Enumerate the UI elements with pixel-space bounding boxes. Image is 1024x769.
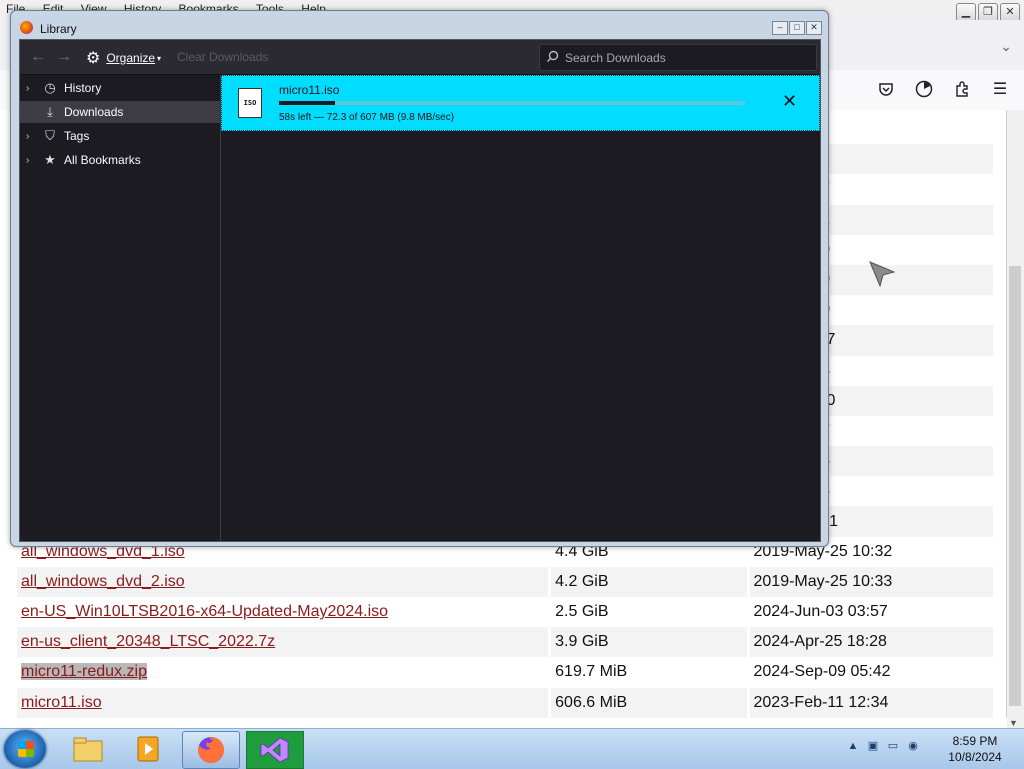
dropdown-arrow-icon: ▾ [157, 53, 162, 63]
organize-label: Organize [106, 51, 156, 65]
table-row: micro11-redux.zip 619.7 MiB 2024-Sep-09 05… [17, 657, 993, 688]
search-icon [546, 50, 559, 66]
search-box[interactable] [539, 44, 817, 71]
library-title: Library [40, 22, 77, 36]
firefox-view-icon[interactable] [914, 79, 934, 99]
extensions-icon[interactable] [952, 79, 972, 99]
visual-studio-icon [260, 737, 289, 763]
downloads-list: ISO micro11.iso 58s left — 72.3 of 607 M… [221, 75, 895, 541]
file-link[interactable]: en-US_Win10LTSB2016-x64-Updated-May2024.… [21, 603, 388, 620]
scroll-down-arrow-icon[interactable]: ▼ [1009, 718, 1018, 728]
firefox-icon [198, 737, 224, 763]
library-minimize-button[interactable]: – [772, 21, 788, 35]
sidebar-item-label: History [64, 81, 102, 95]
download-progress-fill [279, 101, 335, 105]
file-date-cell: 2024-Apr-25 18:28 [749, 627, 993, 658]
gear-icon: ⚙ [86, 50, 101, 67]
folder-icon [73, 737, 103, 762]
file-link[interactable]: all_windows_dvd_2.iso [21, 573, 185, 590]
library-window-controls: – □ ✕ [772, 21, 822, 35]
expand-chevron-icon[interactable]: › [26, 83, 38, 94]
file-name-cell: en-US_Win10LTSB2016-x64-Updated-May2024.… [17, 597, 549, 628]
library-sidebar: › ◷ History ⤓ Downloads › ⛉ Tags › ★ All… [20, 75, 221, 541]
cancel-download-icon[interactable]: ✕ [782, 91, 797, 112]
organize-button[interactable]: ⚙ Organize ▾ [86, 48, 161, 68]
forward-arrow-icon[interactable]: → [56, 48, 72, 66]
media-player-taskbar-button[interactable] [120, 731, 176, 767]
file-name-cell: all_windows_dvd_2.iso [17, 566, 549, 597]
media-player-icon [137, 736, 159, 762]
tag-icon: ⛉ [45, 128, 55, 143]
firefox-icon [20, 21, 33, 34]
nav-toolbar-icons: ☰ [876, 79, 1010, 99]
file-date-cell: 2023-Feb-11 12:34 [749, 687, 993, 718]
sidebar-item-tags[interactable]: › ⛉ Tags [20, 125, 220, 147]
star-icon: ★ [44, 152, 56, 167]
app-menu-icon[interactable]: ☰ [990, 79, 1010, 99]
search-downloads-input[interactable] [563, 49, 807, 66]
expand-chevron-icon[interactable]: › [26, 155, 38, 166]
file-size-cell: 606.6 MiB [551, 687, 747, 718]
table-row: all_windows_dvd_2.iso 4.2 GiB 2019-May-25 … [17, 566, 993, 597]
download-item[interactable]: ISO micro11.iso 58s left — 72.3 of 607 M… [221, 75, 820, 131]
system-tray: ▲ ▣ ▭ ◉ [846, 739, 920, 753]
table-row: en-US_Win10LTSB2016-x64-Updated-May2024.… [17, 597, 993, 628]
file-link[interactable]: micro11-redux.zip [21, 663, 147, 681]
file-size-cell: 4.2 GiB [551, 566, 747, 597]
taskbar-clock[interactable]: 8:59 PM 10/8/2024 [934, 733, 1016, 765]
library-toolbar: ← → ⚙ Organize ▾ Clear Downloads [20, 40, 820, 75]
explorer-taskbar-button[interactable] [60, 731, 116, 767]
file-date-cell: 2024-Sep-09 05:42 [749, 657, 993, 688]
clock-date: 10/8/2024 [948, 750, 1002, 764]
sidebar-item-label: All Bookmarks [64, 153, 141, 167]
mouse-cursor-icon [869, 261, 895, 287]
clock-time: 8:59 PM [952, 734, 998, 748]
monitor-icon[interactable]: ▭ [886, 739, 900, 753]
firefox-taskbar-button[interactable] [182, 731, 240, 769]
iso-file-icon: ISO [238, 88, 262, 118]
sidebar-item-downloads[interactable]: ⤓ Downloads [20, 101, 220, 123]
file-name-cell: micro11-redux.zip [17, 657, 549, 688]
scrollbar-thumb[interactable] [1009, 266, 1021, 706]
library-titlebar[interactable]: Library – □ ✕ [11, 11, 828, 39]
windows-logo-icon [18, 741, 34, 757]
file-size-cell: 2.5 GiB [551, 597, 747, 628]
sidebar-item-all-bookmarks[interactable]: › ★ All Bookmarks [20, 149, 220, 171]
show-hidden-icons-icon[interactable]: ▲ [846, 739, 860, 753]
expand-chevron-icon[interactable]: › [26, 131, 38, 142]
start-button[interactable] [4, 730, 46, 768]
library-window: Library – □ ✕ ← → ⚙ Organize ▾ Clear Dow… [10, 10, 895, 547]
sidebar-item-label: Downloads [64, 105, 124, 119]
taskbar: ▲ ▣ ▭ ◉ 8:59 PM 10/8/2024 [0, 728, 1024, 769]
sidebar-item-history[interactable]: › ◷ History [20, 77, 220, 99]
file-size-cell: 3.9 GiB [551, 627, 747, 658]
download-filename: micro11.iso [279, 83, 340, 97]
file-date-cell: 2019-May-25 10:33 [749, 566, 993, 597]
file-link[interactable]: en-us_client_20348_LTSC_2022.7z [21, 633, 275, 650]
file-name-cell: en-us_client_20348_LTSC_2022.7z [17, 627, 549, 658]
file-link[interactable]: micro11.iso [21, 694, 102, 711]
download-status: 58s left — 72.3 of 607 MB (9.8 MB/sec) [279, 112, 455, 123]
download-icon: ⤓ [47, 104, 53, 119]
table-row: en-us_client_20348_LTSC_2022.7z 3.9 GiB 20… [17, 627, 993, 658]
library-maximize-button[interactable]: □ [789, 21, 805, 35]
list-all-tabs-icon[interactable]: ⌄ [1000, 38, 1012, 55]
sidebar-item-label: Tags [64, 129, 90, 143]
volume-icon[interactable]: ◉ [906, 739, 920, 753]
file-name-cell: micro11.iso [17, 687, 549, 718]
clear-downloads-button[interactable]: Clear Downloads [177, 50, 268, 64]
table-row: micro11.iso 606.6 MiB 2023-Feb-11 12:34 [17, 687, 993, 718]
clock-icon: ◷ [44, 80, 56, 95]
page-scrollbar[interactable]: ▼ [1007, 110, 1024, 730]
back-arrow-icon[interactable]: ← [30, 48, 46, 66]
file-size-cell: 619.7 MiB [551, 657, 747, 688]
network-icon[interactable]: ▣ [866, 739, 880, 753]
download-progress-bar [279, 101, 745, 105]
pocket-icon[interactable] [876, 79, 896, 99]
file-date-cell: 2024-Jun-03 03:57 [749, 597, 993, 628]
visual-studio-taskbar-button[interactable] [246, 731, 304, 769]
library-close-button[interactable]: ✕ [806, 21, 822, 35]
library-body: ← → ⚙ Organize ▾ Clear Downloads › ◷ His… [19, 39, 895, 542]
